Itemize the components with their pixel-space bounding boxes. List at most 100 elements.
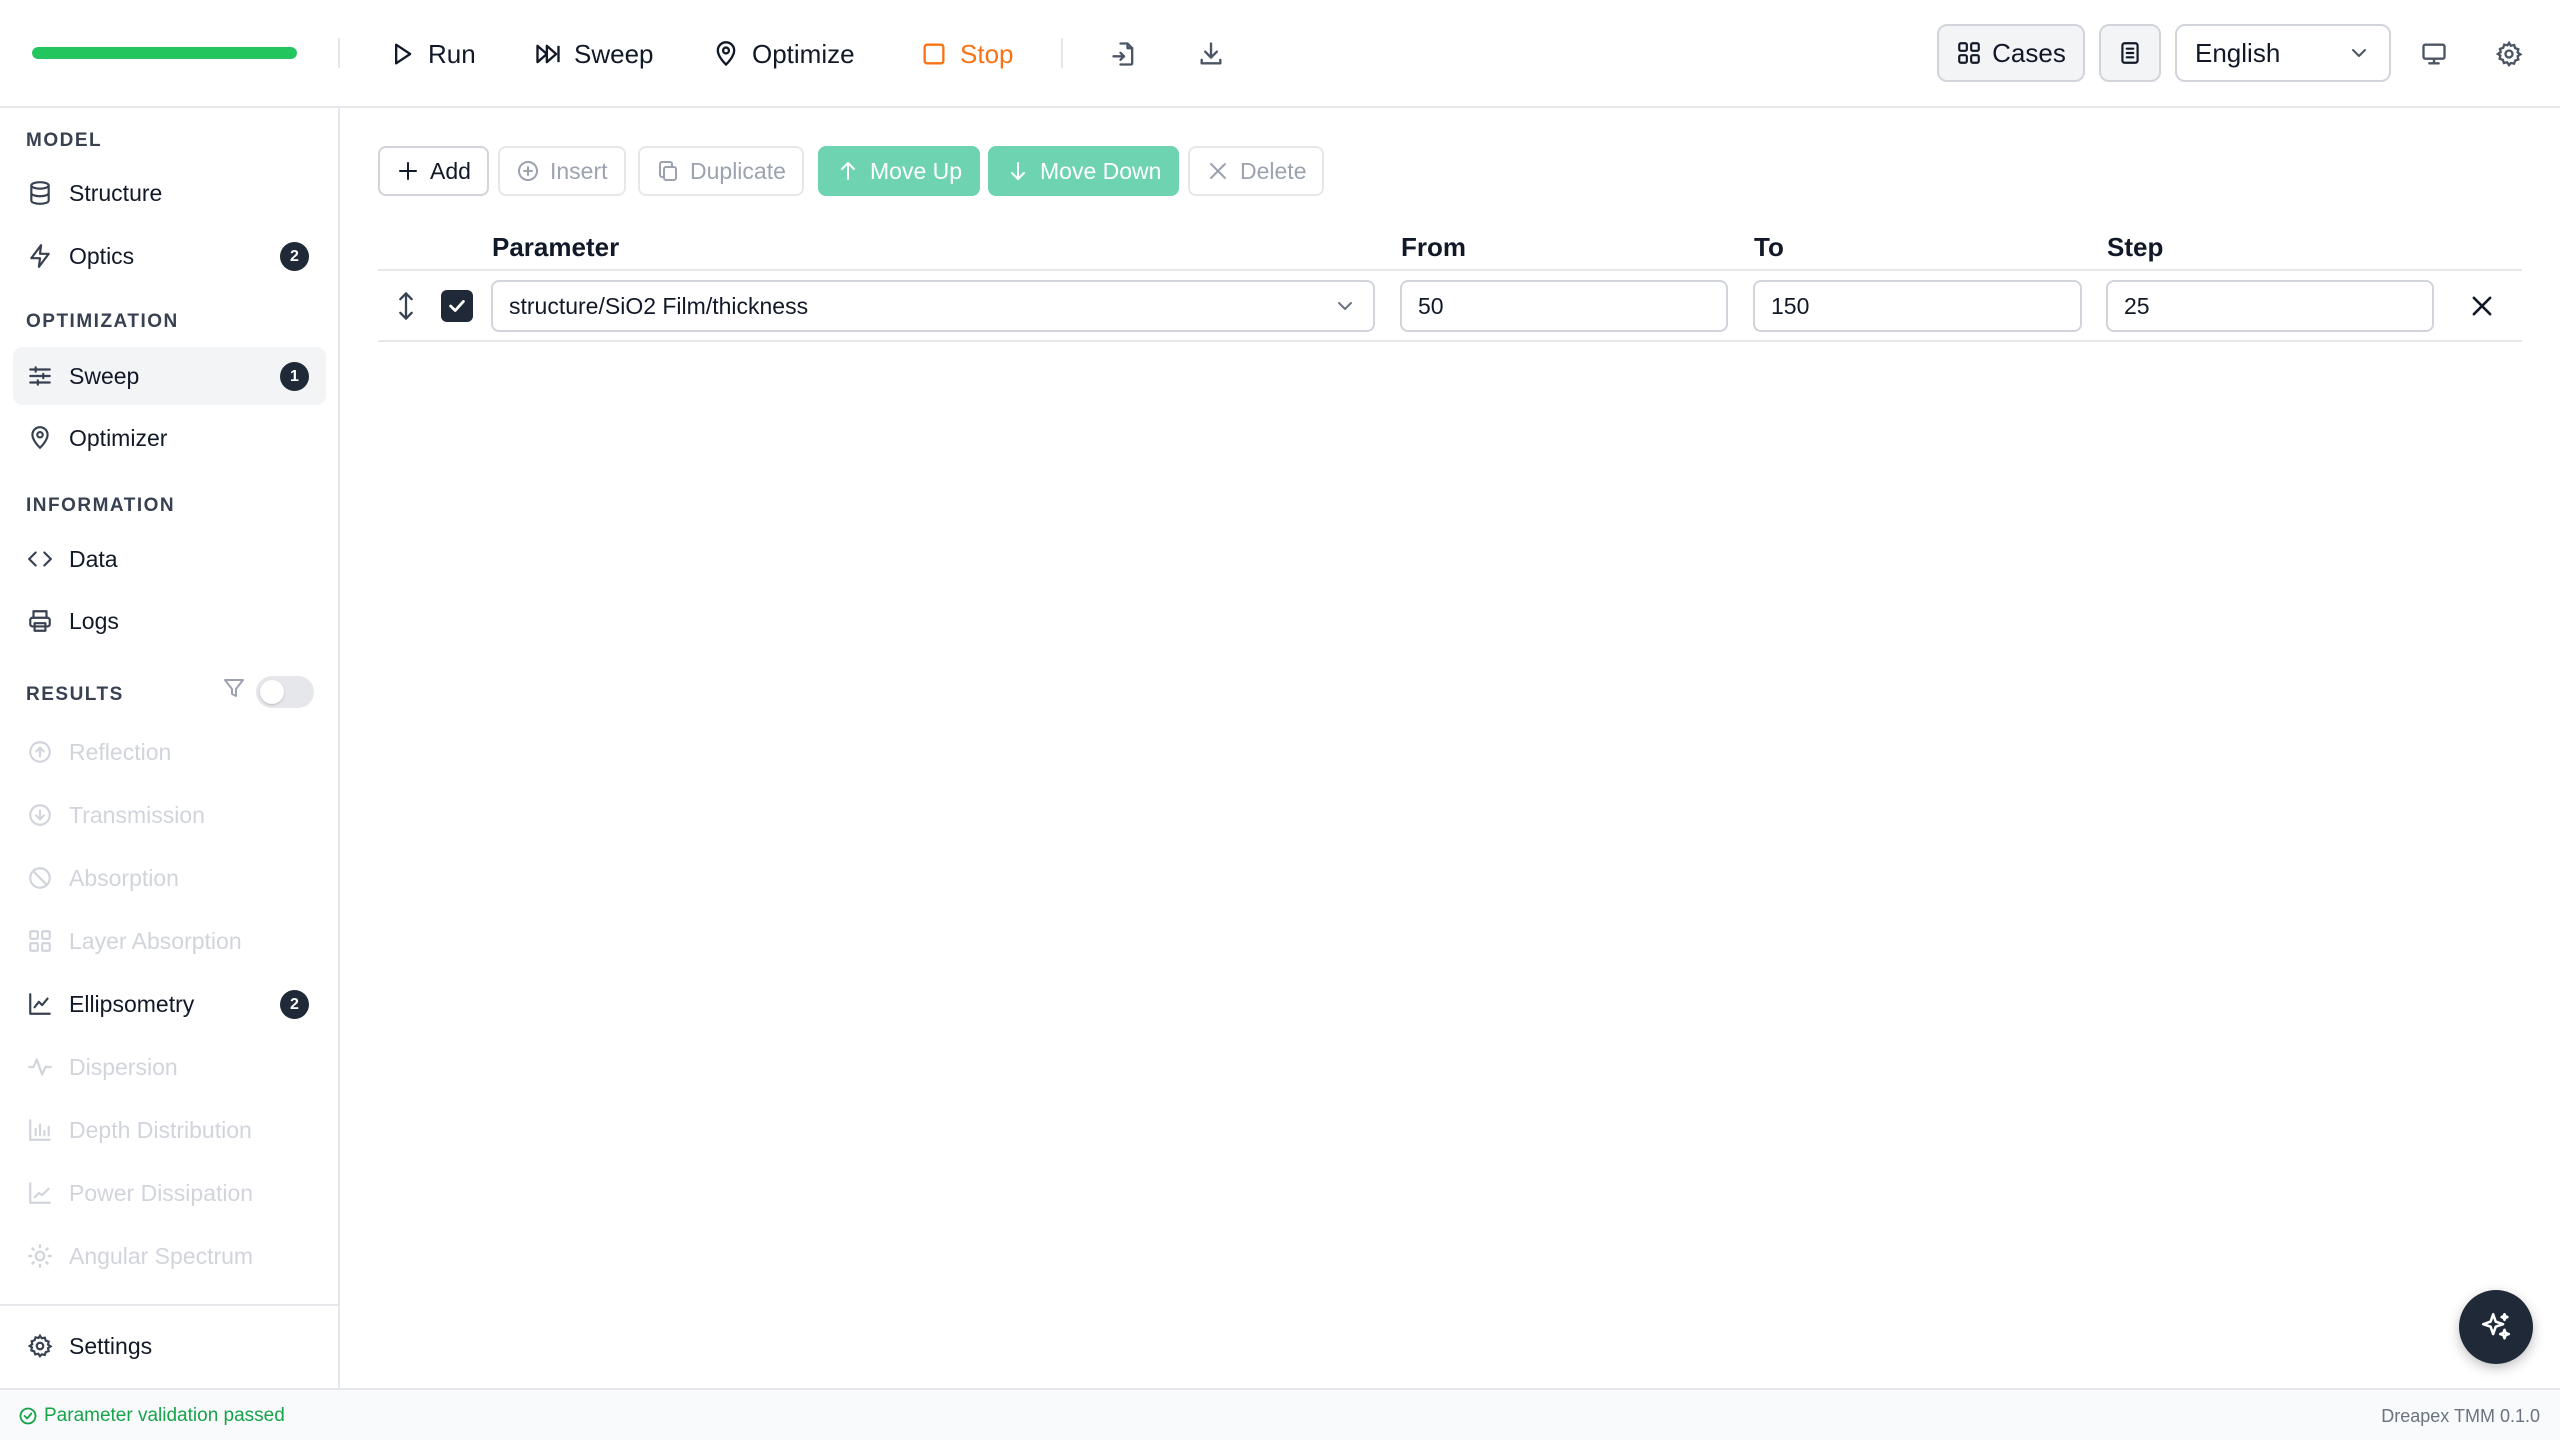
section-title-information: INFORMATION — [26, 495, 176, 516]
display-button[interactable] — [2414, 34, 2454, 74]
sidebar-item-label: Reflection — [69, 738, 172, 765]
layout-grid-icon — [29, 930, 51, 952]
section-title-model: MODEL — [26, 130, 103, 151]
sidebar-item-label: Optics — [69, 242, 135, 269]
status-bar: Parameter validation passed Dreapex TMM … — [0, 1388, 2560, 1440]
stop-square-icon — [923, 43, 945, 65]
add-button[interactable]: Add — [378, 146, 489, 196]
code-icon — [28, 551, 52, 567]
map-pin-icon — [716, 41, 736, 67]
status-message: Parameter validation passed — [44, 1405, 285, 1426]
gear-icon — [2495, 40, 2523, 67]
add-label: Add — [430, 157, 471, 184]
plus-icon — [399, 162, 417, 180]
arrow-down-icon — [1011, 162, 1025, 180]
sweep-panel: Add Insert Duplicate Move Up Move Down D… — [342, 108, 2560, 1388]
sidebar-item-dispersion[interactable]: Dispersion — [13, 1038, 326, 1096]
filter-icon[interactable] — [222, 676, 246, 700]
sidebar: MODEL Structure Optics 2 OPTIMIZATION Sw… — [0, 108, 340, 1388]
sidebar-item-settings[interactable]: Settings — [13, 1317, 326, 1375]
sidebar-item-label: Optimizer — [69, 424, 168, 451]
duplicate-label: Duplicate — [690, 157, 786, 184]
top-toolbar: Run Sweep Optimize Stop Cases English — [0, 0, 2560, 108]
toggle-knob — [260, 680, 284, 704]
optimize-button[interactable]: Optimize — [704, 28, 863, 80]
map-pin-icon — [31, 426, 49, 450]
count-badge: 2 — [280, 990, 309, 1019]
stop-label: Stop — [960, 38, 1014, 69]
move-down-label: Move Down — [1040, 157, 1162, 184]
line-chart-icon — [29, 993, 51, 1015]
row-checkbox[interactable] — [441, 290, 473, 322]
insert-label: Insert — [550, 157, 608, 184]
sidebar-item-optimizer[interactable]: Optimizer — [13, 409, 326, 467]
stop-button[interactable]: Stop — [912, 28, 1022, 80]
download-icon — [1200, 42, 1222, 65]
ai-assistant-button[interactable] — [2459, 1290, 2533, 1364]
sidebar-item-absorption[interactable]: Absorption — [13, 849, 326, 907]
sidebar-item-label: Transmission — [69, 801, 205, 828]
copy-icon — [659, 161, 677, 181]
duplicate-button[interactable]: Duplicate — [638, 146, 804, 196]
sidebar-item-depth-distribution[interactable]: Depth Distribution — [13, 1101, 326, 1159]
grid-icon — [1958, 42, 1980, 64]
sun-icon — [28, 1244, 52, 1268]
skip-forward-icon — [536, 44, 560, 64]
sidebar-item-power-dissipation[interactable]: Power Dissipation — [13, 1164, 326, 1222]
validation-status: Parameter validation passed — [18, 1405, 285, 1427]
sidebar-item-optics[interactable]: Optics 2 — [13, 227, 326, 285]
move-up-button[interactable]: Move Up — [818, 146, 981, 196]
import-button[interactable] — [1104, 34, 1144, 74]
notes-button[interactable] — [2099, 24, 2161, 82]
sidebar-item-transmission[interactable]: Transmission — [13, 786, 326, 844]
insert-button[interactable]: Insert — [498, 146, 626, 196]
to-input[interactable] — [1753, 280, 2082, 332]
sidebar-item-label: Angular Spectrum — [69, 1242, 254, 1269]
sidebar-item-label: Structure — [69, 179, 163, 206]
count-badge: 1 — [280, 362, 309, 391]
drag-handle-icon[interactable] — [392, 290, 420, 322]
delete-button[interactable]: Delete — [1188, 146, 1325, 196]
language-select[interactable]: English — [2175, 24, 2391, 82]
column-header-parameter: Parameter — [492, 232, 620, 262]
sweep-button[interactable]: Sweep — [526, 28, 662, 80]
column-header-to: To — [1754, 232, 1784, 262]
run-button[interactable]: Run — [380, 28, 484, 80]
check-circle-icon — [19, 1407, 37, 1425]
chevron-down-icon — [2352, 49, 2366, 57]
parameter-value: structure/SiO2 Film/thickness — [509, 292, 809, 319]
parameter-select[interactable]: structure/SiO2 Film/thickness — [491, 280, 1375, 332]
sidebar-item-label: Logs — [69, 607, 119, 634]
delete-label: Delete — [1240, 157, 1307, 184]
download-button[interactable] — [1191, 34, 1231, 74]
step-input[interactable] — [2106, 280, 2434, 332]
cases-button[interactable]: Cases — [1937, 24, 2085, 82]
arrow-up-circle-icon — [29, 741, 51, 763]
sidebar-item-data[interactable]: Data — [13, 530, 326, 588]
sidebar-item-label: Sweep — [69, 362, 140, 389]
settings-gear-button[interactable] — [2489, 34, 2529, 74]
from-input[interactable] — [1400, 280, 1728, 332]
table-header-divider — [378, 269, 2522, 271]
sidebar-item-logs[interactable]: Logs — [13, 592, 326, 650]
remove-row-icon[interactable] — [2468, 292, 2496, 320]
column-header-from: From — [1401, 232, 1466, 262]
sidebar-item-structure[interactable]: Structure — [13, 164, 326, 222]
sidebar-item-sweep[interactable]: Sweep 1 — [13, 347, 326, 405]
sparkles-icon — [2481, 1312, 2511, 1340]
move-down-button[interactable]: Move Down — [988, 146, 1180, 196]
sidebar-item-layer-absorption[interactable]: Layer Absorption — [13, 912, 326, 970]
progress-bar — [32, 47, 297, 59]
sidebar-item-label: Absorption — [69, 864, 179, 891]
toolbar-divider — [1061, 38, 1063, 68]
sidebar-item-reflection[interactable]: Reflection — [13, 723, 326, 781]
sidebar-item-ellipsometry[interactable]: Ellipsometry 2 — [13, 975, 326, 1033]
results-filter-toggle[interactable] — [256, 676, 314, 708]
sidebar-item-angular-spectrum[interactable]: Angular Spectrum — [13, 1227, 326, 1285]
sweep-label: Sweep — [574, 38, 654, 69]
lightning-icon — [30, 244, 50, 268]
file-import-icon — [1112, 42, 1134, 66]
sidebar-item-label: Layer Absorption — [69, 927, 242, 954]
sidebar-item-label: Settings — [69, 1332, 153, 1359]
arrow-up-icon — [841, 162, 855, 180]
